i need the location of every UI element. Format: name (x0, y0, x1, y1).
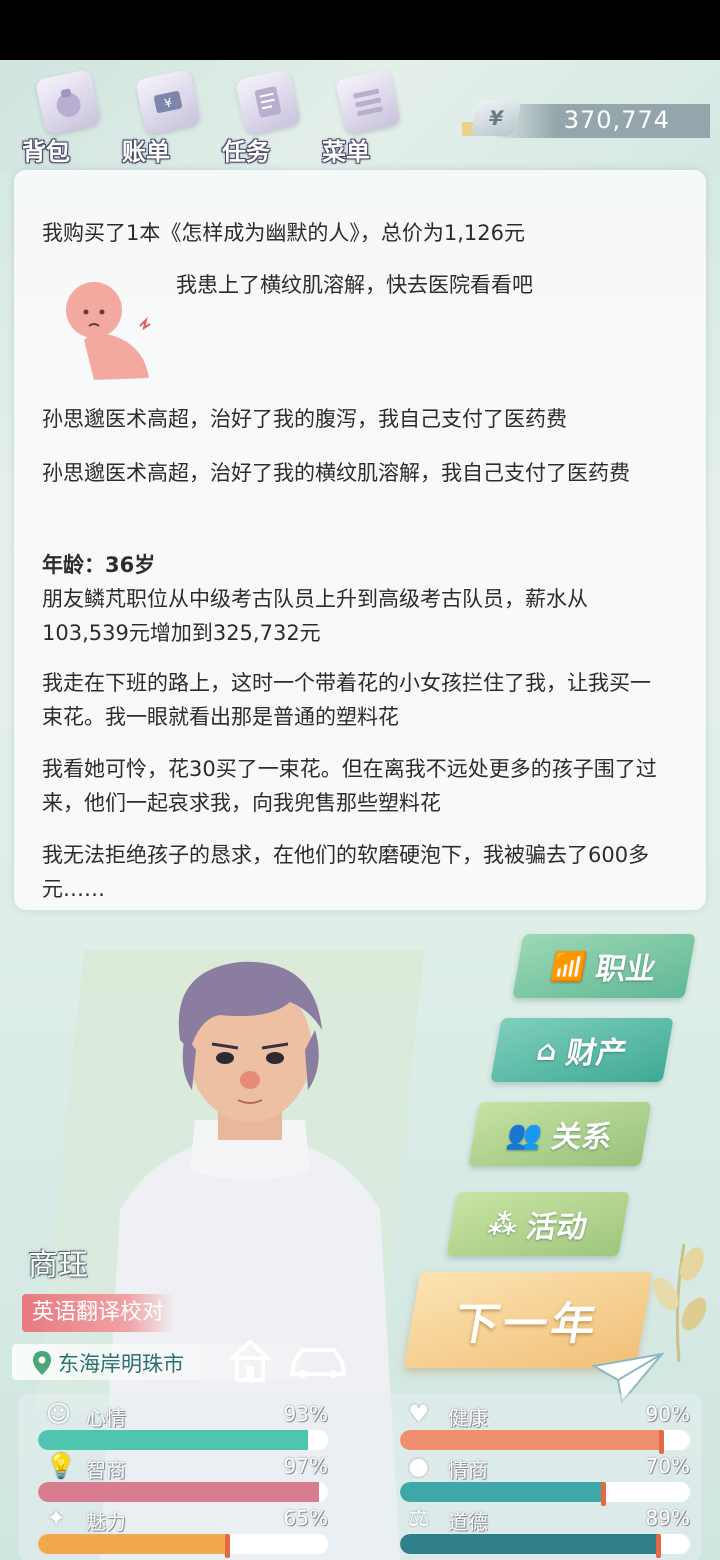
bag-icon (34, 68, 102, 136)
sparkle-icon: ✦ (46, 1504, 67, 1532)
career-button[interactable]: 📶 职业 (512, 934, 696, 998)
location-text: 东海岸明珠市 (58, 1352, 184, 1376)
age-heading: 年龄：36岁 (42, 553, 156, 577)
stat-health-marker (659, 1430, 664, 1454)
heart-icon: ♥ (408, 1400, 430, 1428)
people-icon: 👥 (504, 1117, 546, 1151)
scales-icon: ⚖ (408, 1504, 430, 1532)
log-entry: 孙思邈医术高超，治好了我的腹泻，我自己支付了医药费 (42, 407, 567, 431)
log-entry: 我购买了1本《怎样成为幽默的人》，总价为1,126元 (42, 221, 525, 245)
top-nav: 背包 ¥ 账单 任务 菜单 ¥ 370,774 (0, 60, 720, 170)
event-log-panel[interactable]: 我购买了1本《怎样成为幽默的人》，总价为1,126元 我患上了横纹肌溶解，快去医… (14, 170, 706, 910)
leaf-decoration-icon (653, 1243, 707, 1363)
house-icon: ⌂ (534, 1033, 560, 1067)
nav-menu-button[interactable]: 菜单 (322, 68, 412, 166)
stat-charm-fill (38, 1534, 227, 1554)
car-icon[interactable] (288, 1344, 348, 1380)
location-pin-icon (33, 1351, 51, 1375)
money-value: 370,774 (563, 106, 670, 134)
stats-panel: ☺ 心情 93% ♥ 健康 90% 💡 智商 97% ● 情商 70% ✦ 魅力… (18, 1394, 702, 1560)
stat-charm: ✦ 魅力 65% (38, 1504, 328, 1558)
lightbulb-icon: 💡 (46, 1452, 76, 1480)
stat-morality: ⚖ 道德 89% (400, 1504, 690, 1558)
nav-bag-label: 背包 (22, 138, 70, 166)
bill-icon: ¥ (134, 68, 202, 136)
stat-morality-marker (656, 1534, 662, 1558)
menu-icon (334, 68, 402, 136)
job-tag[interactable]: 英语翻译校对 (22, 1294, 175, 1332)
apple-icon: ● (408, 1452, 429, 1480)
nav-bill-button[interactable]: ¥ 账单 (122, 68, 212, 166)
character-name: 商珏 (28, 1248, 88, 1283)
chart-icon: 📶 (548, 949, 590, 983)
nav-task-button[interactable]: 任务 (222, 68, 312, 166)
relations-button[interactable]: 👥 关系 (468, 1102, 652, 1166)
share-nodes-icon: ⁂ (485, 1207, 521, 1241)
log-entry: 我走在下班的路上，这时一个带着花的小女孩拦住了我，让我买一束花。我一眼就看出那是… (42, 671, 651, 729)
nav-bag-button[interactable]: 背包 (22, 68, 112, 166)
nav-task-label: 任务 (222, 138, 270, 166)
sick-person-icon (66, 282, 151, 380)
stat-mood: ☺ 心情 93% (38, 1400, 328, 1450)
log-entry: 孙思邈医术高超，治好了我的横纹肌溶解，我自己支付了医药费 (42, 461, 630, 485)
money-display: ¥ 370,774 (462, 100, 710, 140)
location-bar[interactable]: 东海岸明珠市 (12, 1339, 347, 1382)
log-entry-illness: 我患上了横纹肌溶解，快去医院看看吧 (176, 273, 533, 297)
stat-health: ♥ 健康 90% (400, 1400, 690, 1454)
activity-button[interactable]: ⁂ 活动 (446, 1192, 630, 1256)
yen-icon: ¥ (470, 100, 522, 136)
stat-eq: ● 情商 70% (400, 1452, 690, 1506)
task-icon (234, 68, 302, 136)
property-button[interactable]: ⌂ 财产 (490, 1018, 674, 1082)
stat-eq-fill (400, 1482, 603, 1502)
log-entry: 我无法拒绝孩子的恳求，在他们的软磨硬泡下，我被骗去了600多元…… (42, 843, 650, 901)
stat-eq-marker (601, 1482, 606, 1506)
stat-iq: 💡 智商 97% (38, 1452, 328, 1502)
nav-bill-label: 账单 (122, 138, 170, 166)
status-bar (0, 0, 720, 60)
log-entry: 朋友鳞芃职位从中级考古队员上升到高级考古队员，薪水从103,539元增加到325… (42, 587, 588, 645)
stat-charm-marker (224, 1534, 230, 1558)
nav-menu-label: 菜单 (322, 138, 370, 166)
home-icon[interactable] (226, 1338, 274, 1382)
stat-iq-fill (38, 1482, 320, 1502)
log-entry: 我看她可怜，花30买了一束花。但在离我不远处更多的孩子围了过来，他们一起哀求我，… (42, 757, 657, 815)
smiley-icon: ☺ (46, 1400, 72, 1428)
stat-mood-fill (38, 1430, 308, 1450)
stat-health-fill (400, 1430, 661, 1450)
stat-morality-fill (400, 1534, 659, 1554)
